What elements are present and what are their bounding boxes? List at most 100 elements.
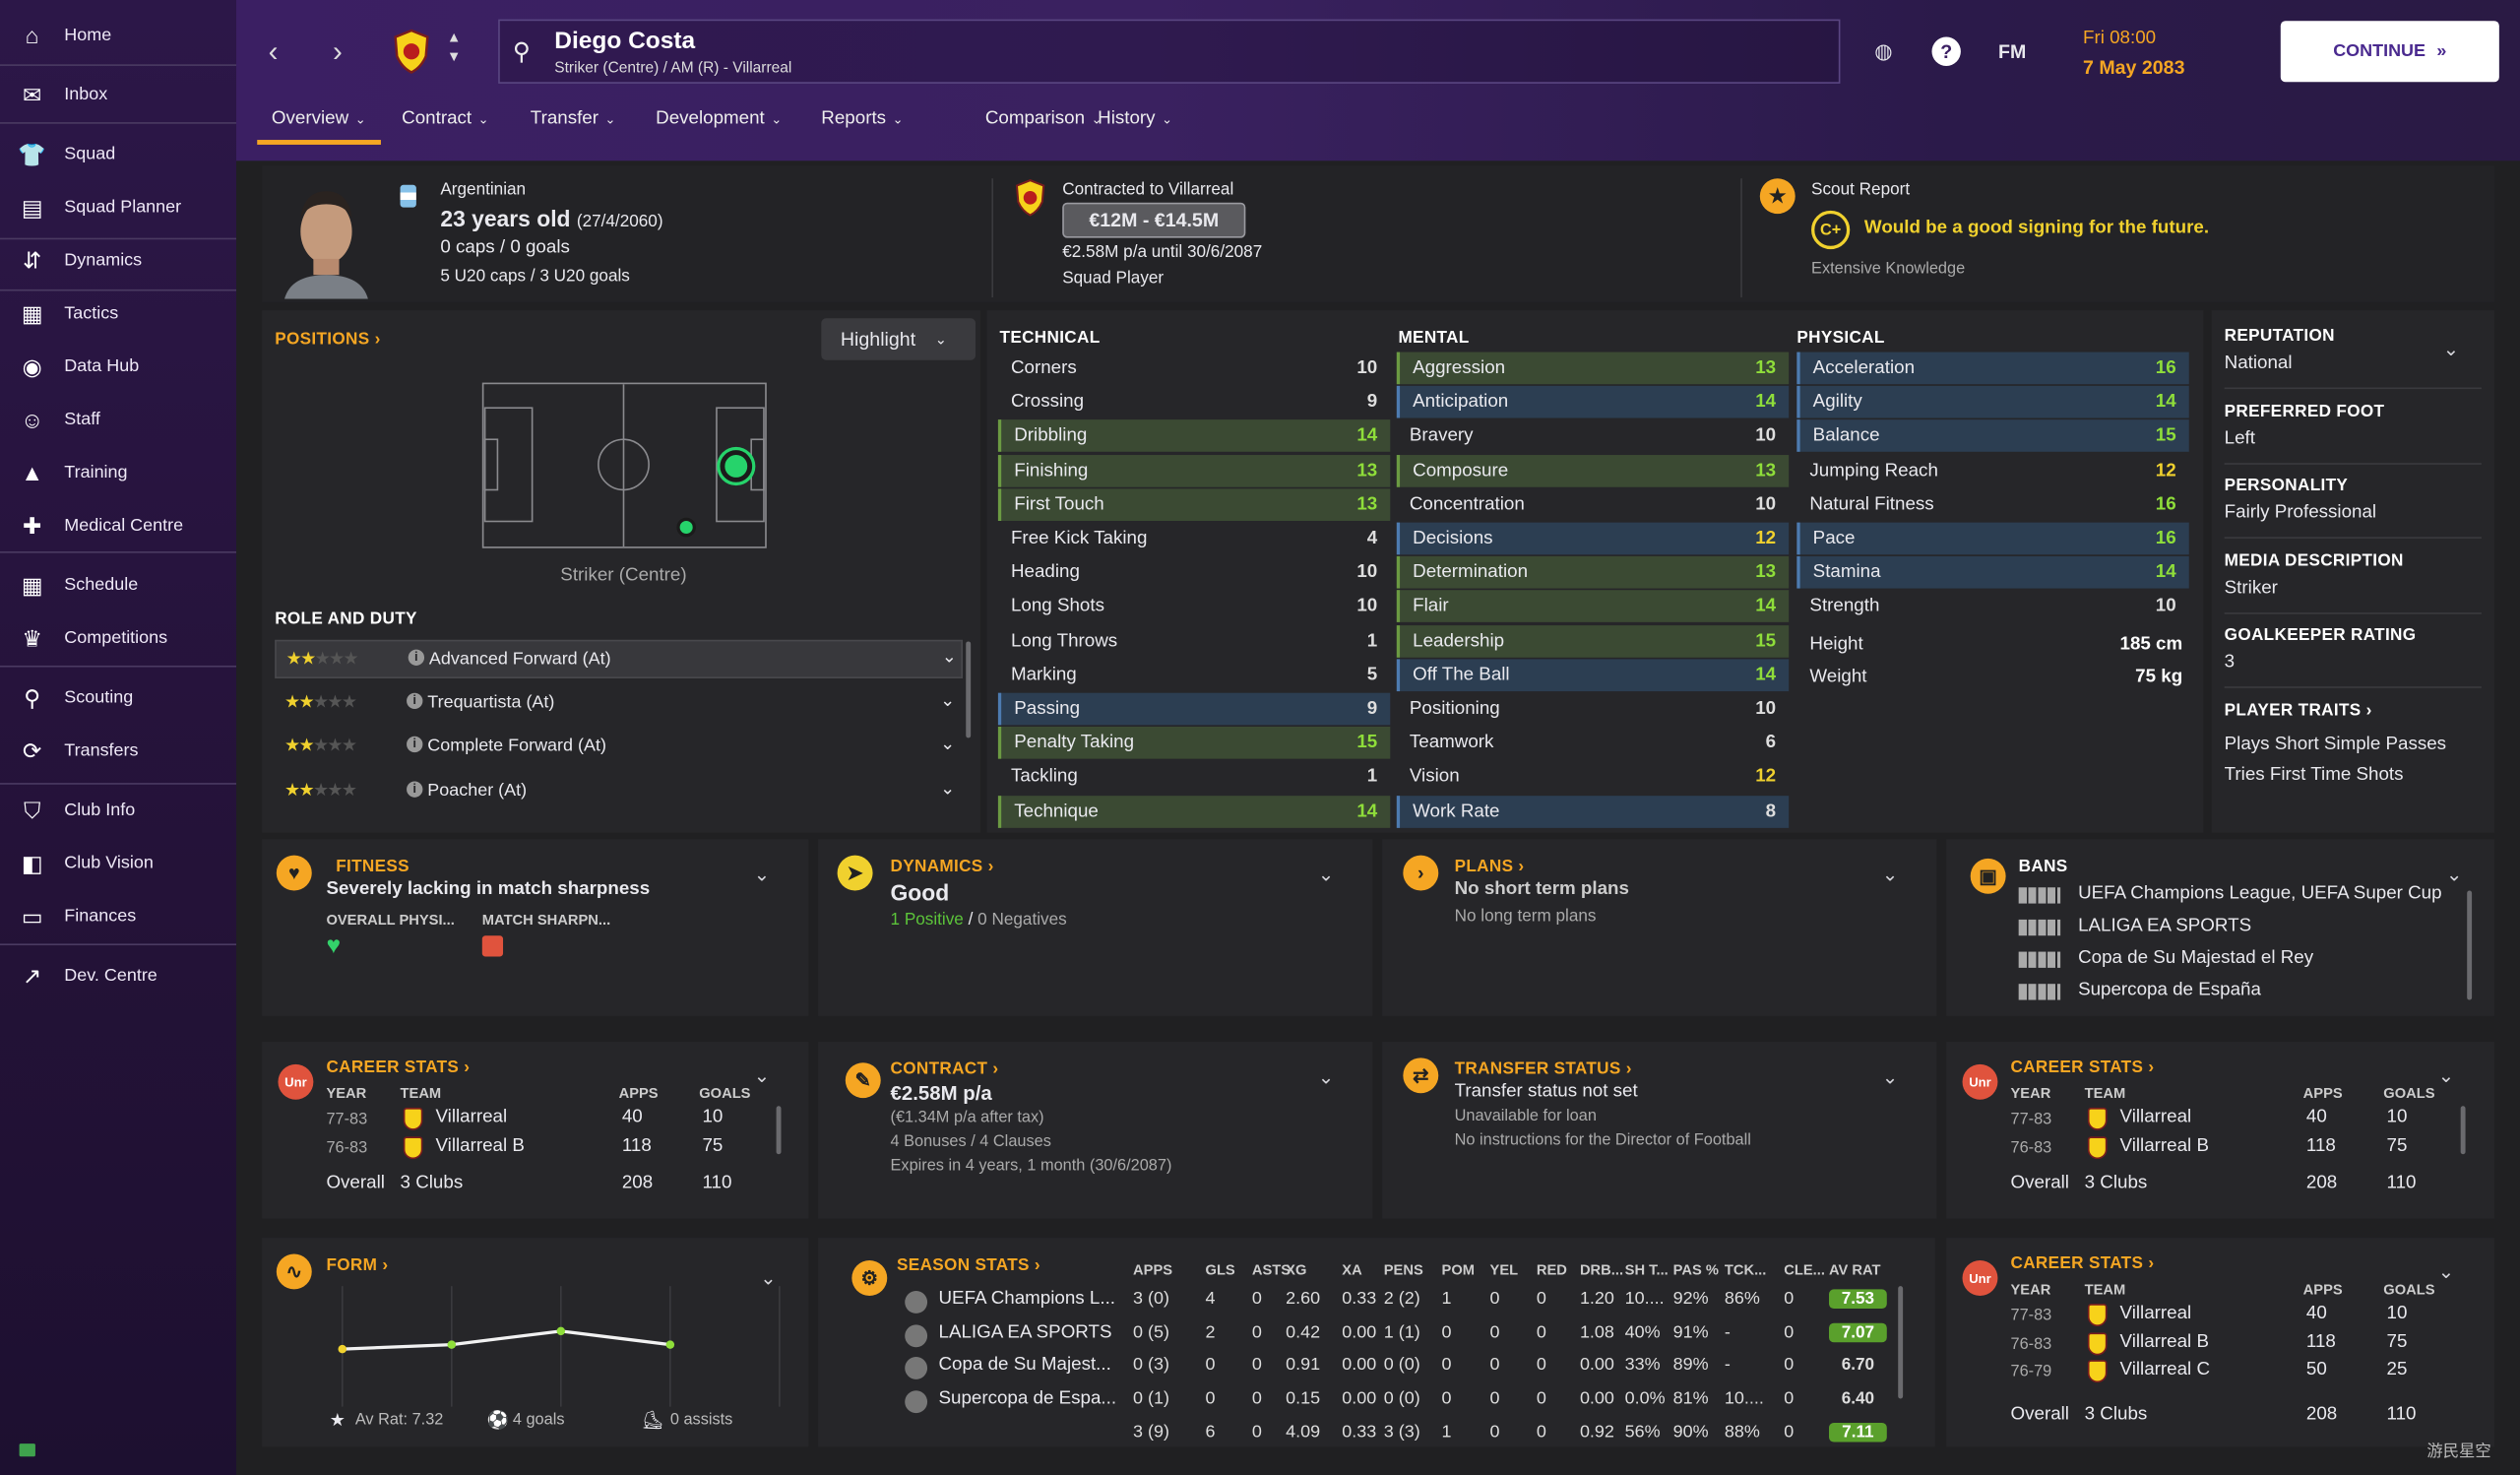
attribute-row[interactable]: Composure 13 (1396, 454, 1790, 487)
career-team[interactable]: Villarreal (2120, 1304, 2192, 1323)
attribute-row[interactable]: Concentration 10 (1397, 488, 1789, 521)
form-point[interactable] (338, 1344, 347, 1354)
attribute-row[interactable]: Teamwork 6 (1397, 727, 1789, 759)
dynamics-expand-chevron[interactable]: ⌄ (1318, 864, 1334, 886)
sidebar-item-tactics[interactable]: ▦ Tactics (0, 291, 236, 337)
attribute-row[interactable]: Passing 9 (997, 692, 1391, 726)
career-team[interactable]: Villarreal (2120, 1108, 2192, 1127)
sidebar-collapse-icon[interactable] (19, 1443, 35, 1457)
forward-button[interactable]: › (333, 35, 343, 69)
career-expand-chevron[interactable]: ⌄ (2438, 1260, 2454, 1283)
career-team[interactable]: Villarreal (435, 1108, 507, 1127)
career-title[interactable]: CAREER STATS › (2011, 1254, 2155, 1274)
attribute-row[interactable]: Positioning 10 (1397, 693, 1789, 726)
reputation-chevron-icon[interactable]: ⌄ (2443, 338, 2459, 360)
attribute-row[interactable]: Crossing 9 (998, 386, 1390, 418)
attribute-row[interactable]: Work Rate 8 (1396, 795, 1790, 828)
fitness-expand-chevron[interactable]: ⌄ (754, 864, 770, 886)
info-icon[interactable]: i (407, 736, 423, 753)
tab-reports[interactable]: Reports ⌄ (821, 109, 903, 129)
season-scrollbar[interactable] (1898, 1286, 1904, 1399)
highlight-dropdown[interactable]: Highlight ⌄ (821, 318, 976, 360)
attribute-row[interactable]: Off The Ball 14 (1396, 659, 1790, 691)
globe-icon[interactable]: ◍ (1867, 35, 1900, 68)
transfer-expand-chevron[interactable]: ⌄ (1882, 1065, 1898, 1088)
attribute-row[interactable]: Anticipation 14 (1396, 386, 1790, 418)
continue-button[interactable]: CONTINUE » (2280, 21, 2499, 83)
tab-history[interactable]: History ⌄ (1098, 109, 1172, 129)
sidebar-item-transfers[interactable]: ⟳ Transfers (0, 729, 236, 774)
tab-overview[interactable]: Overview ⌄ (272, 109, 366, 129)
attribute-row[interactable]: First Touch 13 (997, 488, 1391, 521)
attribute-row[interactable]: Acceleration 16 (1796, 352, 2189, 385)
form-point[interactable] (447, 1340, 457, 1349)
tab-contract[interactable]: Contract ⌄ (402, 109, 488, 129)
attribute-row[interactable]: Corners 10 (998, 353, 1390, 385)
role-row[interactable]: ★★★★★ i Poacher (At) ⌄ (275, 773, 963, 811)
sidebar-item-club-vision[interactable]: ◧ Club Vision (0, 841, 236, 886)
attribute-row[interactable]: Agility 14 (1796, 386, 2189, 418)
competition-name[interactable]: Supercopa de Espa... (938, 1388, 1116, 1408)
career-expand-chevron[interactable]: ⌄ (754, 1064, 770, 1087)
fm-menu-button[interactable]: FM (1991, 35, 2033, 68)
position-dot-striker[interactable] (720, 450, 753, 482)
competition-name[interactable]: Copa de Su Majest... (938, 1355, 1110, 1375)
attribute-row[interactable]: Pace 16 (1796, 522, 2189, 555)
bans-scrollbar[interactable] (2467, 890, 2473, 1000)
player-search-box[interactable]: ⚲ Diego Costa Striker (Centre) / AM (R) … (498, 19, 1841, 84)
attribute-row[interactable]: Technique 14 (997, 795, 1391, 828)
transfer-value[interactable]: €12M - €14.5M (1062, 202, 1246, 238)
season-title[interactable]: SEASON STATS › (897, 1255, 1040, 1275)
plans-expand-chevron[interactable]: ⌄ (1882, 864, 1898, 886)
sidebar-item-club-info[interactable]: ⛉ Club Info (0, 788, 236, 833)
attribute-row[interactable]: Free Kick Taking 4 (998, 523, 1390, 555)
dynamics-title[interactable]: DYNAMICS › (891, 857, 994, 876)
career-team[interactable]: Villarreal B (2120, 1332, 2209, 1352)
form-point[interactable] (665, 1340, 675, 1349)
role-row[interactable]: ★★★★★ i Complete Forward (At) ⌄ (275, 729, 963, 767)
back-button[interactable]: ‹ (269, 35, 279, 69)
attribute-row[interactable]: Penalty Taking 15 (997, 727, 1391, 759)
attribute-row[interactable]: Long Shots 10 (998, 591, 1390, 623)
sidebar-item-schedule[interactable]: ▦ Schedule (0, 562, 236, 608)
career-title[interactable]: CAREER STATS › (2011, 1058, 2155, 1077)
career-team[interactable]: Villarreal C (2120, 1360, 2210, 1379)
competition-name[interactable]: LALIGA EA SPORTS (938, 1322, 1111, 1342)
attribute-row[interactable]: Heading 10 (998, 556, 1390, 589)
career-scrollbar[interactable] (2460, 1106, 2466, 1155)
attribute-row[interactable]: Long Throws 1 (998, 624, 1390, 657)
attribute-row[interactable]: Strength 10 (1796, 591, 2188, 623)
attribute-row[interactable]: Stamina 14 (1796, 556, 2189, 589)
info-icon[interactable]: i (408, 649, 425, 666)
info-icon[interactable]: i (407, 780, 423, 798)
chevron-down-icon[interactable]: ⌄ (940, 689, 955, 710)
attribute-row[interactable]: Marking 5 (998, 659, 1390, 691)
chevron-down-icon[interactable]: ⌄ (940, 777, 955, 799)
attribute-row[interactable]: Determination 13 (1396, 556, 1790, 589)
role-row[interactable]: ★★★★★ i Trequartista (At) ⌄ (275, 684, 963, 723)
tab-development[interactable]: Development ⌄ (656, 109, 782, 129)
sidebar-item-data-hub[interactable]: ◉ Data Hub (0, 344, 236, 389)
career-team[interactable]: Villarreal B (2120, 1136, 2209, 1156)
plans-title[interactable]: PLANS › (1455, 857, 1525, 876)
career-team[interactable]: Villarreal B (435, 1136, 524, 1156)
attribute-row[interactable]: Bravery 10 (1397, 420, 1789, 453)
attribute-row[interactable]: Natural Fitness 16 (1796, 488, 2188, 521)
sidebar-item-competitions[interactable]: ♛ Competitions (0, 615, 236, 661)
roles-scrollbar[interactable] (966, 641, 972, 738)
attribute-row[interactable]: Decisions 12 (1396, 522, 1790, 555)
sidebar-item-squad[interactable]: 👕 Squad (0, 132, 236, 177)
competition-name[interactable]: UEFA Champions L... (938, 1289, 1115, 1309)
position-dot-am-right[interactable] (676, 517, 696, 538)
attribute-row[interactable]: Tackling 1 (998, 761, 1390, 794)
sidebar-item-scouting[interactable]: ⚲ Scouting (0, 675, 236, 721)
positions-title[interactable]: POSITIONS › (275, 330, 380, 350)
sidebar-item-finances[interactable]: ▭ Finances (0, 894, 236, 939)
contract-expand-chevron[interactable]: ⌄ (1318, 1065, 1334, 1088)
career-scrollbar[interactable] (776, 1106, 782, 1155)
attribute-row[interactable]: Balance 15 (1796, 419, 2189, 453)
tab-transfer[interactable]: Transfer ⌄ (531, 109, 616, 129)
form-point[interactable] (556, 1326, 566, 1336)
tab-comparison[interactable]: Comparison ⌄ (985, 109, 1102, 129)
attribute-row[interactable]: Dribbling 14 (997, 419, 1391, 453)
